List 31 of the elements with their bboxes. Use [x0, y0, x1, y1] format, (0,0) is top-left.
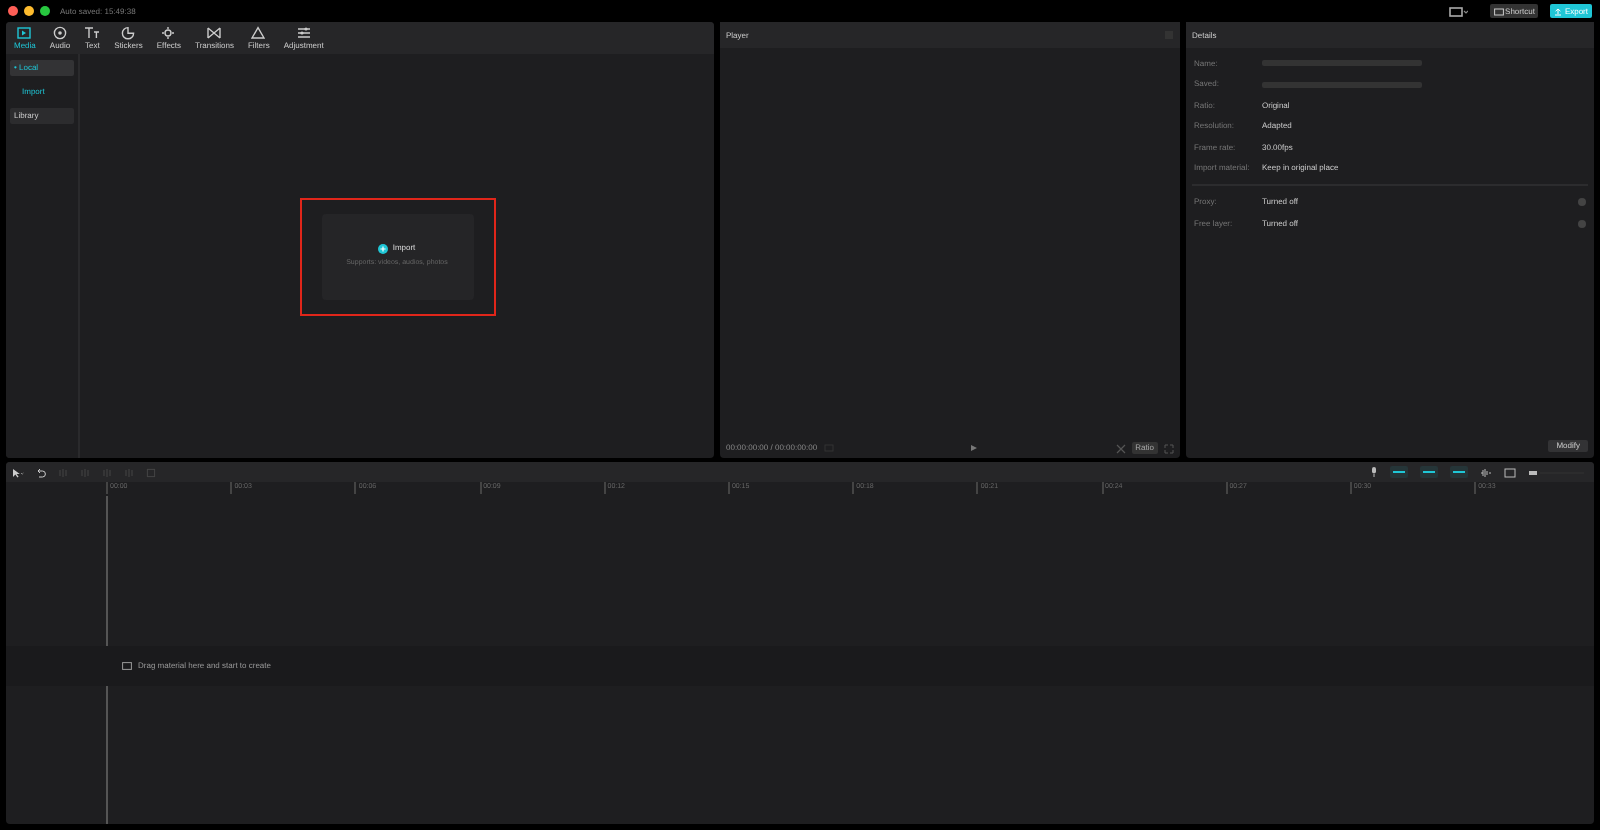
cursor-icon: [12, 467, 24, 477]
plus-icon: [378, 243, 389, 254]
layout-icon: [1447, 5, 1468, 17]
link-toggle[interactable]: [1420, 466, 1438, 478]
triangle-icon: [250, 26, 267, 40]
link-icon: [1452, 470, 1466, 474]
toggle-switch[interactable]: [1578, 198, 1586, 206]
play-icon: [16, 26, 33, 40]
fullscreen-icon: [1164, 443, 1175, 453]
link-toggle[interactable]: [1450, 466, 1468, 478]
waveform-icon: [1480, 467, 1492, 477]
square-icon: [146, 467, 156, 477]
sticker-icon: [120, 26, 137, 40]
link-icon: [1392, 470, 1406, 474]
zoom-slider-icon: [1528, 467, 1588, 477]
sliders-icon: [295, 26, 312, 40]
bowtie-icon: [206, 26, 223, 40]
image-icon: [122, 662, 132, 670]
caption-icon: [1504, 467, 1516, 477]
keyboard-icon: [1493, 7, 1504, 15]
play-icon: [970, 444, 979, 452]
upload-icon: [1554, 7, 1563, 15]
text-icon: [84, 26, 101, 40]
link-toggle[interactable]: [1390, 466, 1408, 478]
link-icon: [1422, 470, 1436, 474]
crop-icon: [1115, 443, 1126, 453]
circle-icon: [52, 26, 69, 40]
undo-icon: [36, 467, 46, 477]
microphone-icon: [1370, 466, 1378, 478]
toggle-switch[interactable]: [1578, 219, 1586, 227]
sparkle-icon: [160, 26, 177, 40]
